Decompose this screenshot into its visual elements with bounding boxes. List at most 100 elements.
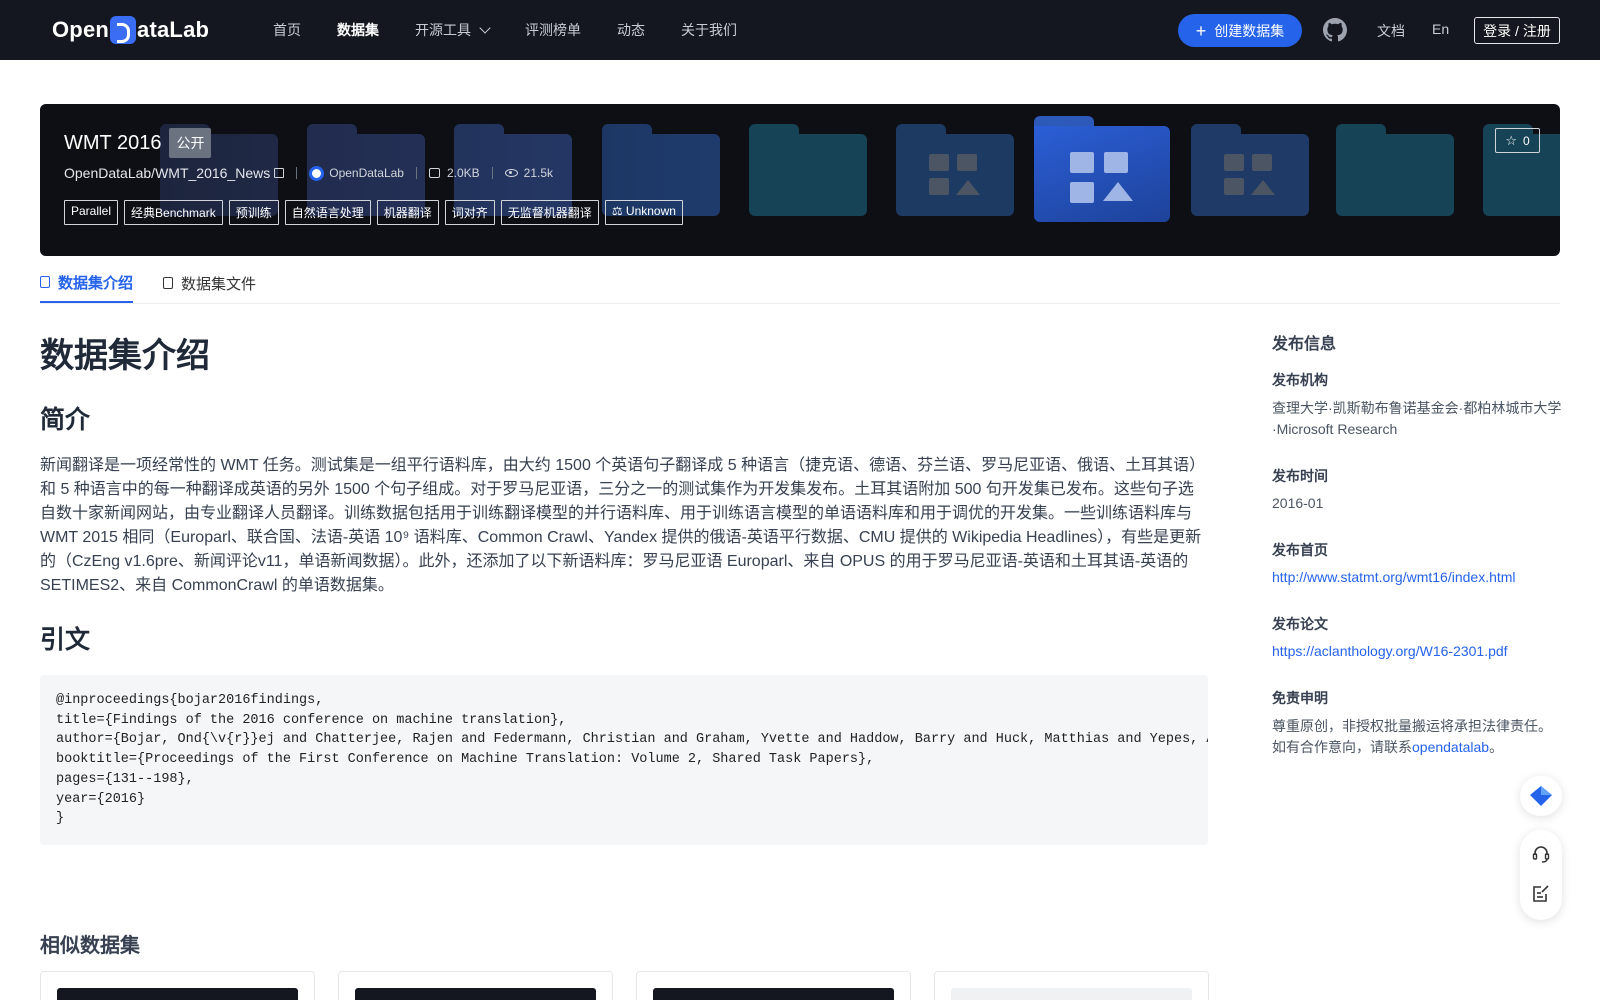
- main-nav: 首页 数据集 开源工具 评测榜单 动态 关于我们: [273, 0, 773, 60]
- citation-heading: 引文: [40, 626, 91, 654]
- contact-link[interactable]: opendatalab: [1412, 739, 1489, 755]
- nav-label: 开源工具: [415, 22, 471, 38]
- customer-service-button[interactable]: [1520, 834, 1562, 874]
- chevron-down-icon: [479, 21, 491, 34]
- similar-datasets-title: 相似数据集: [40, 935, 140, 957]
- tag[interactable]: 经典Benchmark: [124, 200, 223, 225]
- scale-icon: ⚖: [611, 204, 623, 218]
- tag[interactable]: 机器翻译: [376, 200, 439, 225]
- visibility-badge: 公开: [169, 128, 212, 158]
- code-line: booktitle={Proceedings of the First Conf…: [56, 752, 875, 768]
- release-date-value: 2016-01: [1272, 495, 1324, 511]
- database-icon: [40, 276, 50, 288]
- paper-link[interactable]: https://aclanthology.org/W16-2301.pdf: [1272, 643, 1508, 659]
- paper-label: 发布论文: [1272, 616, 1328, 632]
- release-date-label: 发布时间: [1272, 468, 1328, 484]
- logo-text-right: ataLab: [137, 17, 210, 42]
- dataset-tags: Parallel 经典Benchmark 预训练 自然语言处理 机器翻译 词对齐…: [64, 200, 689, 225]
- file-icon: [163, 277, 174, 289]
- disclaimer-text: 尊重原创，非授权批量搬运将承担法律责任。如有合作意向，请联系opendatala…: [1272, 716, 1557, 758]
- org-avatar-icon: [309, 165, 325, 181]
- card-cover: [951, 988, 1192, 1000]
- nav-label: 评测榜单: [525, 22, 581, 38]
- assistant-button[interactable]: [1520, 776, 1562, 816]
- nav-item-open-source-tools[interactable]: 开源工具: [415, 20, 491, 40]
- tag[interactable]: 自然语言处理: [284, 200, 371, 225]
- tag[interactable]: 预训练: [228, 200, 279, 225]
- dataset-tabs: 数据集介绍 数据集文件: [40, 263, 1560, 304]
- create-dataset-label: 创建数据集: [1214, 22, 1285, 39]
- github-icon[interactable]: [1323, 18, 1347, 42]
- similar-dataset-card[interactable]: [338, 971, 613, 1000]
- create-dataset-button[interactable]: + 创建数据集: [1178, 14, 1302, 47]
- nav-label: 关于我们: [681, 22, 737, 38]
- diamond-assistant-icon: [1530, 786, 1552, 806]
- folder-decoration: [749, 124, 867, 220]
- publisher-label: 发布机构: [1272, 372, 1328, 388]
- nav-item-home[interactable]: 首页: [273, 20, 301, 40]
- tab-dataset-files[interactable]: 数据集文件: [163, 263, 256, 303]
- feedback-button[interactable]: [1520, 874, 1562, 914]
- similar-dataset-card[interactable]: [40, 971, 315, 1000]
- org-name: OpenDataLab: [329, 166, 404, 180]
- license-tag[interactable]: ⚖ Unknown: [604, 200, 683, 225]
- dataset-views-value: 21.5k: [523, 166, 554, 180]
- top-navbar: Open ataLab 首页 数据集 开源工具 评测榜单 动态 关于我们 + 创…: [0, 0, 1600, 60]
- copy-icon[interactable]: [274, 168, 285, 178]
- opendatalab-logo[interactable]: Open ataLab: [52, 14, 209, 46]
- code-line: pages={131--198},: [56, 771, 194, 787]
- login-register-button[interactable]: 登录 / 注册: [1474, 17, 1560, 44]
- dataset-org[interactable]: OpenDataLab: [309, 165, 404, 181]
- divider: [491, 167, 493, 179]
- card-cover: [653, 988, 894, 1000]
- nav-item-leaderboard[interactable]: 评测榜单: [525, 20, 581, 40]
- nav-item-news[interactable]: 动态: [617, 20, 645, 40]
- homepage-link[interactable]: http://www.statmt.org/wmt16/index.html: [1272, 569, 1516, 585]
- tab-dataset-intro[interactable]: 数据集介绍: [40, 263, 134, 303]
- citation-code-block[interactable]: @inproceedings{bojar2016findings, title={…: [40, 675, 1208, 845]
- nav-label: 数据集: [337, 22, 379, 38]
- dataset-views: 21.5k: [504, 166, 554, 180]
- tab-label: 数据集文件: [181, 275, 257, 293]
- dataset-meta-row: OpenDataLab/WMT_2016_News OpenDataLab 2.…: [64, 165, 553, 181]
- dataset-glyph-icon: [929, 154, 981, 200]
- page-title: 数据集介绍: [40, 337, 210, 375]
- storage-icon: [428, 168, 440, 178]
- folder-decoration: [896, 124, 1014, 220]
- similar-dataset-card[interactable]: [636, 971, 911, 1000]
- folder-decoration: [1336, 124, 1454, 220]
- floating-assistant: [1520, 776, 1562, 816]
- card-cover: [57, 988, 298, 1000]
- logo-mark-icon: [110, 16, 137, 44]
- card-cover: [355, 988, 596, 1000]
- nav-item-about[interactable]: 关于我们: [681, 20, 737, 40]
- folder-decoration: [1191, 124, 1309, 220]
- headset-icon: [1532, 846, 1550, 863]
- dataset-title-row: WMT 2016 公开: [64, 128, 212, 158]
- plus-icon: +: [1195, 20, 1207, 41]
- tag[interactable]: 无监督机器翻译: [500, 200, 599, 225]
- eye-icon: [504, 169, 518, 177]
- dataset-glyph-icon: [1070, 152, 1134, 208]
- edit-note-icon: [1533, 885, 1549, 902]
- code-line: @inproceedings{bojar2016findings,: [56, 693, 324, 708]
- similar-dataset-card[interactable]: [934, 971, 1209, 1000]
- star-icon: ☆: [1505, 132, 1517, 148]
- summary-heading: 简介: [40, 406, 91, 434]
- release-info-title: 发布信息: [1272, 336, 1337, 353]
- tab-label: 数据集介绍: [58, 274, 134, 292]
- homepage-label: 发布首页: [1272, 542, 1328, 558]
- license-value: Unknown: [625, 204, 676, 218]
- dataset-banner: WMT 2016 公开 OpenDataLab/WMT_2016_News Op…: [40, 104, 1560, 256]
- docs-link[interactable]: 文档: [1377, 21, 1405, 41]
- nav-label: 首页: [273, 22, 301, 38]
- language-switch[interactable]: En: [1432, 21, 1449, 37]
- dataset-title: WMT 2016: [64, 131, 162, 154]
- tag[interactable]: Parallel: [64, 200, 119, 225]
- tag[interactable]: 词对齐: [444, 200, 495, 225]
- star-button[interactable]: ☆ 0: [1495, 128, 1540, 153]
- dataset-glyph-icon: [1224, 154, 1276, 200]
- star-count: 0: [1522, 133, 1530, 148]
- folder-decoration-highlight: [1034, 116, 1170, 226]
- nav-item-datasets[interactable]: 数据集: [337, 20, 379, 40]
